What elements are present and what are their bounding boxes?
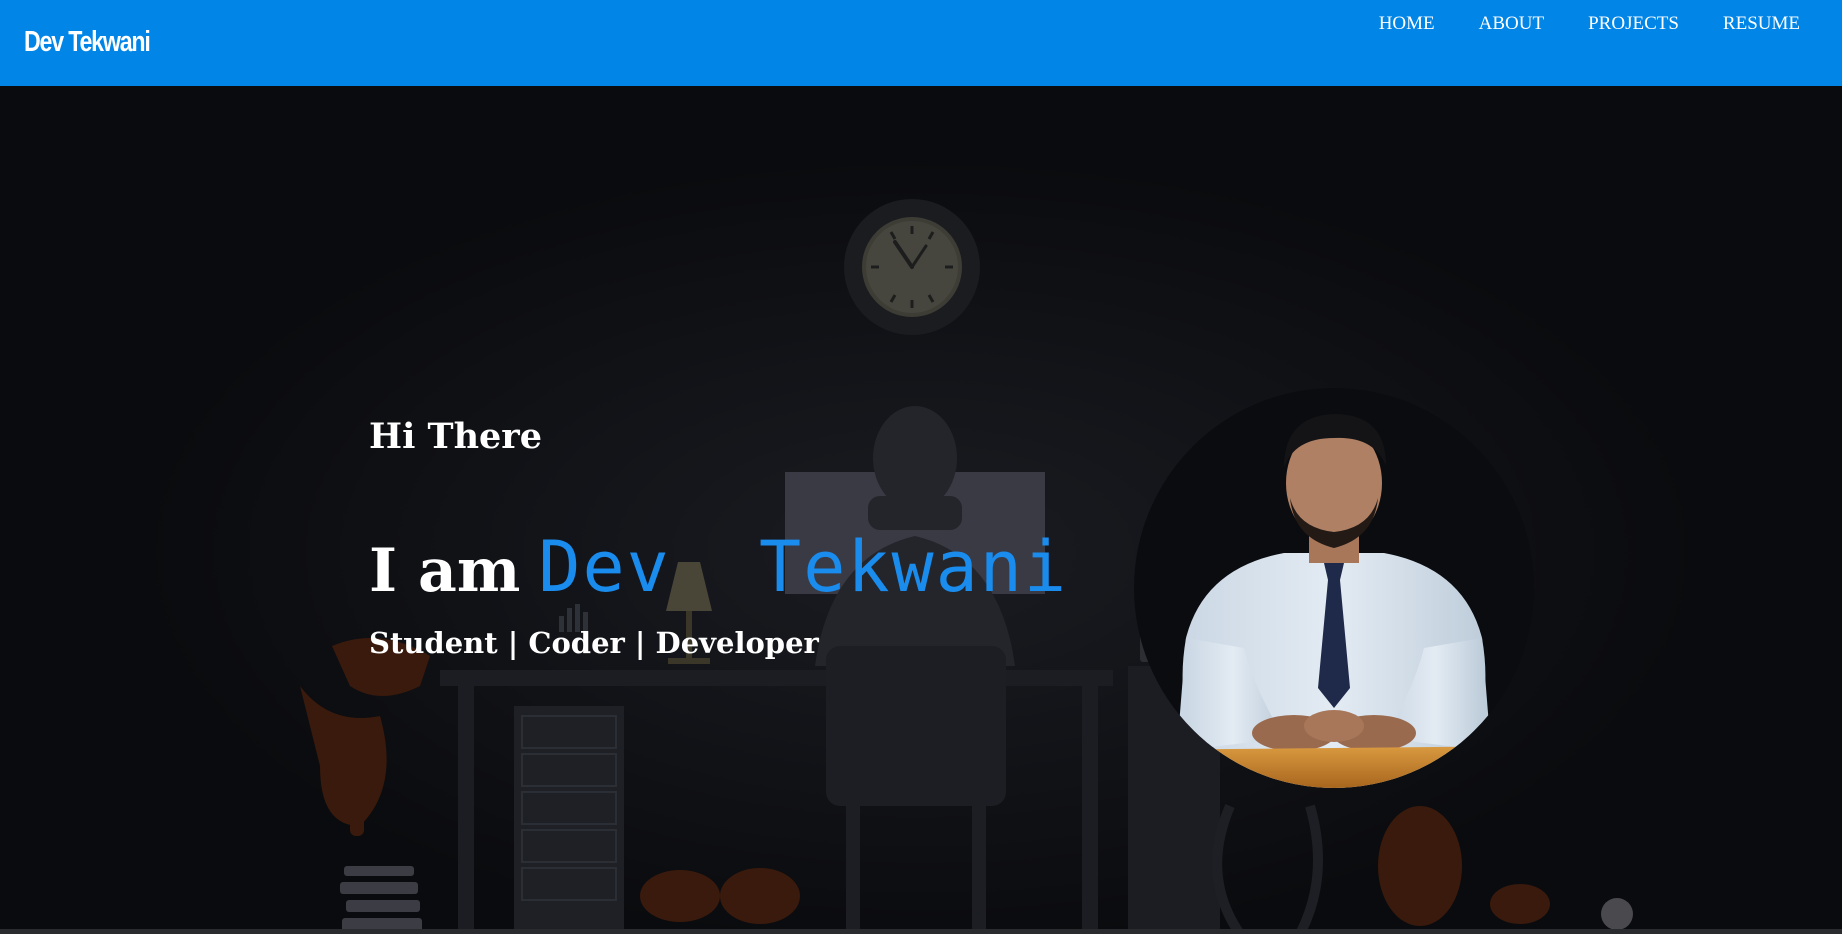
hero-tagline: Student | Coder | Developer bbox=[369, 626, 819, 660]
intro-prefix: I am bbox=[369, 536, 521, 606]
hero-intro: I am Dev Tekwani bbox=[369, 526, 1068, 608]
horizontal-scrollbar[interactable] bbox=[0, 929, 1842, 934]
nav-menu: HOME ABOUT PROJECTS RESUME bbox=[1379, 13, 1800, 35]
clock-icon bbox=[844, 199, 980, 335]
nav-link-projects[interactable]: PROJECTS bbox=[1588, 13, 1679, 35]
avatar bbox=[1134, 388, 1534, 788]
developer-at-desk-illustration bbox=[300, 199, 1633, 934]
hero-section: Hi There I am Dev Tekwani Student | Code… bbox=[0, 86, 1842, 934]
hero-greeting: Hi There bbox=[369, 416, 543, 457]
nav-link-home[interactable]: HOME bbox=[1379, 13, 1435, 35]
intro-name: Dev Tekwani bbox=[538, 526, 1069, 608]
navbar: Dev Tekwani HOME ABOUT PROJECTS RESUME bbox=[0, 0, 1842, 86]
nav-link-about[interactable]: ABOUT bbox=[1479, 13, 1544, 35]
nav-link-resume[interactable]: RESUME bbox=[1723, 13, 1800, 35]
brand-logo[interactable]: Dev Tekwani bbox=[24, 26, 151, 59]
